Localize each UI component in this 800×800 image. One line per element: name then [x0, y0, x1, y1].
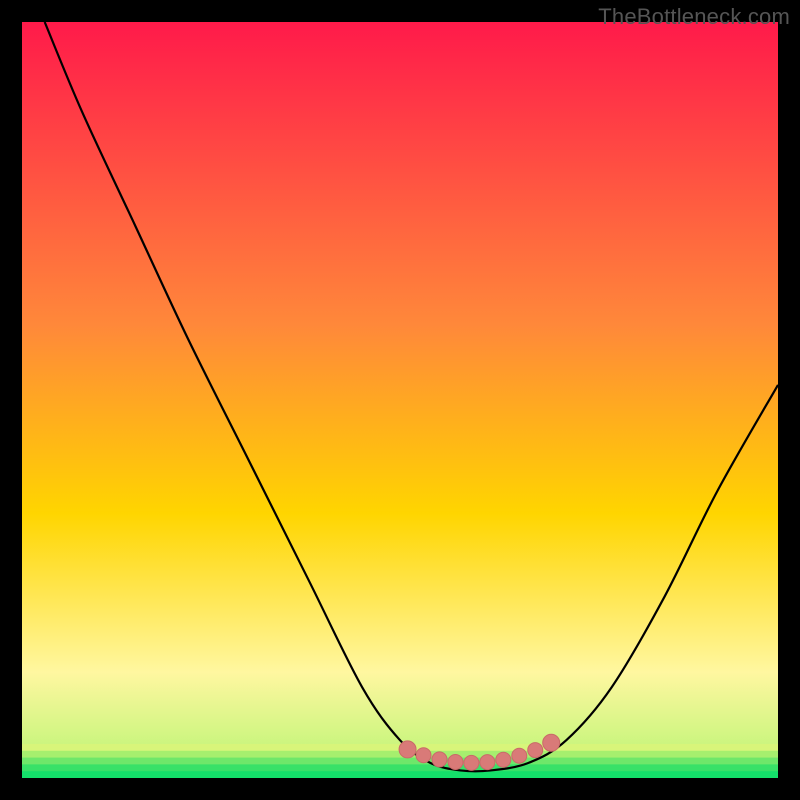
- optimal-marker: [416, 748, 431, 763]
- green-band: [22, 764, 778, 771]
- chart-frame: TheBottleneck.com: [0, 0, 800, 800]
- bottleneck-chart: [22, 22, 778, 778]
- optimal-marker: [464, 755, 479, 770]
- optimal-marker: [528, 743, 543, 758]
- optimal-marker: [480, 755, 495, 770]
- optimal-marker: [543, 734, 560, 751]
- green-band: [22, 758, 778, 765]
- optimal-marker: [512, 748, 527, 763]
- green-band: [22, 771, 778, 778]
- optimal-marker: [399, 741, 416, 758]
- plot-area: [22, 22, 778, 778]
- optimal-marker: [496, 752, 511, 767]
- optimal-marker: [432, 752, 447, 767]
- optimal-marker: [448, 754, 463, 769]
- gradient-background: [22, 22, 778, 778]
- watermark-text: TheBottleneck.com: [598, 4, 790, 30]
